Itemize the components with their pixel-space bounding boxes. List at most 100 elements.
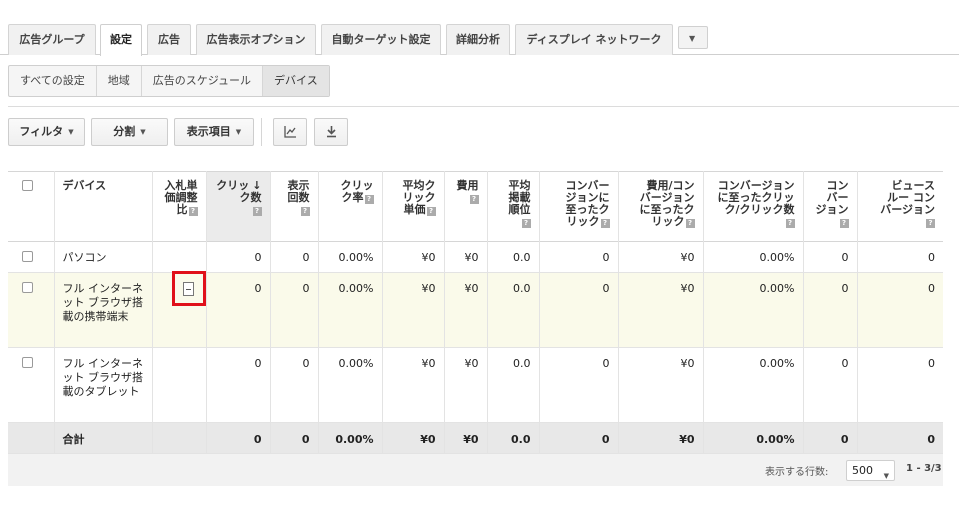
cost-cell: ¥0 [444, 347, 488, 423]
tab-display-network[interactable]: ディスプレイ ネットワーク [515, 24, 673, 55]
clicks-cell: 0 [206, 347, 271, 423]
device-name: フル インターネット ブラウザ搭載のタブレット [54, 347, 153, 423]
total-cost-per-conv: ¥0 [618, 422, 704, 454]
subtab-ad-schedule[interactable]: 広告のスケジュール [142, 66, 264, 96]
help-icon[interactable]: ? [426, 207, 436, 216]
header-click-conversion-rate[interactable]: コンバージョン に至ったクリッ ク/クリック数 ? [703, 171, 804, 242]
filter-button[interactable]: フィルタ ▼ [8, 118, 85, 146]
avg-position-cell: 0.0 [487, 241, 540, 273]
avg-position-cell: 0.0 [487, 272, 540, 348]
subtab-locations[interactable]: 地域 [97, 66, 142, 96]
help-icon[interactable]: ? [839, 219, 849, 228]
header-text: リック [566, 215, 600, 228]
help-icon[interactable]: ? [188, 207, 198, 216]
header-conversions[interactable]: コン バー ジョン ? [803, 171, 858, 242]
columns-button-label: 表示項目 [186, 125, 231, 138]
columns-button[interactable]: 表示項目 ▼ [174, 118, 254, 146]
line-chart-icon [284, 126, 296, 138]
header-text: 費用 [456, 179, 479, 192]
caret-down-icon: ▼ [140, 128, 146, 136]
download-button[interactable] [314, 118, 348, 146]
row-checkbox[interactable] [22, 282, 33, 293]
header-avg-position[interactable]: 平均 掲載 順位 ? [487, 171, 540, 242]
row-checkbox[interactable] [22, 357, 33, 368]
help-icon[interactable]: ? [785, 219, 795, 228]
header-converted-clicks[interactable]: コンバー ジョンに 至ったク リック? [539, 171, 619, 242]
select-all-checkbox[interactable] [22, 180, 33, 191]
toolbar-separator [261, 118, 262, 146]
rows-per-page-select[interactable]: 500 ▼ [846, 460, 895, 481]
bid-adjustment-cell[interactable] [152, 241, 207, 273]
header-impressions[interactable]: 表示 回数 ? [270, 171, 319, 242]
total-label: 合計 [54, 422, 153, 454]
clicks-cell: 0 [206, 272, 271, 348]
bid-adjustment-cell[interactable] [152, 347, 207, 423]
header-text: 比 [176, 203, 188, 216]
tab-ad-extensions[interactable]: 広告表示オプション [196, 24, 316, 55]
header-cost[interactable]: 費用 ? [444, 171, 488, 242]
header-bid-adjustment[interactable]: 入札単 価調整 比? [152, 171, 207, 242]
tab-dimensions[interactable]: 詳細分析 [446, 24, 510, 55]
row-select-cell [8, 272, 55, 348]
header-clicks[interactable]: クリッ ↓ ク数 ? [206, 171, 271, 242]
tab-auto-targets[interactable]: 自動ターゲット設定 [321, 24, 441, 55]
clicks-cell: 0 [206, 241, 271, 273]
subtab-all-settings[interactable]: すべての設定 [9, 66, 97, 96]
header-cost-per-converted-click[interactable]: 費用/コン バージョン に至ったク リック? [618, 171, 704, 242]
conv-rate-cell: 0.00% [703, 347, 804, 423]
conv-rate-cell: 0.00% [703, 272, 804, 348]
total-avg-cpc: ¥0 [382, 422, 445, 454]
segment-button[interactable]: 分割 ▼ [91, 118, 168, 146]
tab-settings[interactable]: 設定 [100, 24, 142, 56]
impressions-cell: 0 [270, 347, 319, 423]
table-row: フル インターネット ブラウザ搭載の携帯端末 – 0 0 0.00% ¥0 ¥0… [8, 272, 943, 348]
avg-cpc-cell: ¥0 [382, 347, 445, 423]
total-conv-rate: 0.00% [703, 422, 804, 454]
subtab-devices[interactable]: デバイス [263, 66, 329, 96]
help-icon[interactable]: ? [300, 207, 310, 216]
total-converted-clicks: 0 [539, 422, 619, 454]
impressions-cell: 0 [270, 241, 319, 273]
caret-down-icon: ▼ [68, 128, 74, 136]
total-ctr: 0.00% [318, 422, 383, 454]
view-through-cell: 0 [928, 357, 935, 370]
header-device-label: デバイス [62, 179, 107, 192]
total-clicks: 0 [206, 422, 271, 454]
more-tabs-button[interactable]: ▼ [678, 26, 708, 49]
help-icon[interactable]: ? [521, 219, 531, 228]
row-checkbox[interactable] [22, 251, 33, 262]
rows-per-page-label: 表示する行数: [765, 467, 829, 478]
tab-ads[interactable]: 広告 [147, 24, 191, 55]
devices-table: デバイス 入札単 価調整 比? クリッ ↓ ク数 ? 表示 回数 ? クリッ ク率… [8, 171, 943, 454]
total-spacer [8, 422, 55, 454]
divider [8, 106, 959, 107]
header-ctr[interactable]: クリッ ク率? [318, 171, 383, 242]
avg-position-cell: 0.0 [487, 347, 540, 423]
total-avg-position: 0.0 [487, 422, 540, 454]
conv-rate-cell: 0.00% [703, 241, 804, 273]
header-text: リック [651, 215, 685, 228]
header-text: 単価 [403, 203, 426, 216]
header-view-through-conversions[interactable]: ビュース ルー コン バージョン ? [857, 171, 943, 242]
pagination-range: 1 - 3/3 [906, 463, 942, 474]
row-select-cell [8, 347, 55, 423]
view-through-cell: 0 [928, 251, 935, 264]
row-select-cell [8, 241, 55, 273]
avg-cpc-cell: ¥0 [382, 241, 445, 273]
chart-toggle-button[interactable] [273, 118, 307, 146]
bid-adjustment-edit-icon[interactable] [183, 282, 194, 296]
help-icon[interactable]: ? [364, 195, 374, 204]
device-name: フル インターネット ブラウザ搭載の携帯端末 [54, 272, 153, 348]
help-icon[interactable]: ? [600, 219, 610, 228]
total-bid-adjustment [152, 422, 207, 454]
header-avg-cpc[interactable]: 平均ク リック 単価? [382, 171, 445, 242]
help-icon[interactable]: ? [469, 195, 479, 204]
tab-ad-groups[interactable]: 広告グループ [8, 24, 96, 55]
help-icon[interactable]: ? [926, 219, 935, 228]
help-icon[interactable]: ? [685, 219, 695, 228]
header-text: バージョン [880, 203, 935, 216]
cost-cell: ¥0 [444, 241, 488, 273]
help-icon[interactable]: ? [252, 207, 262, 216]
header-device[interactable]: デバイス [54, 171, 153, 242]
ctr-cell: 0.00% [318, 241, 383, 273]
